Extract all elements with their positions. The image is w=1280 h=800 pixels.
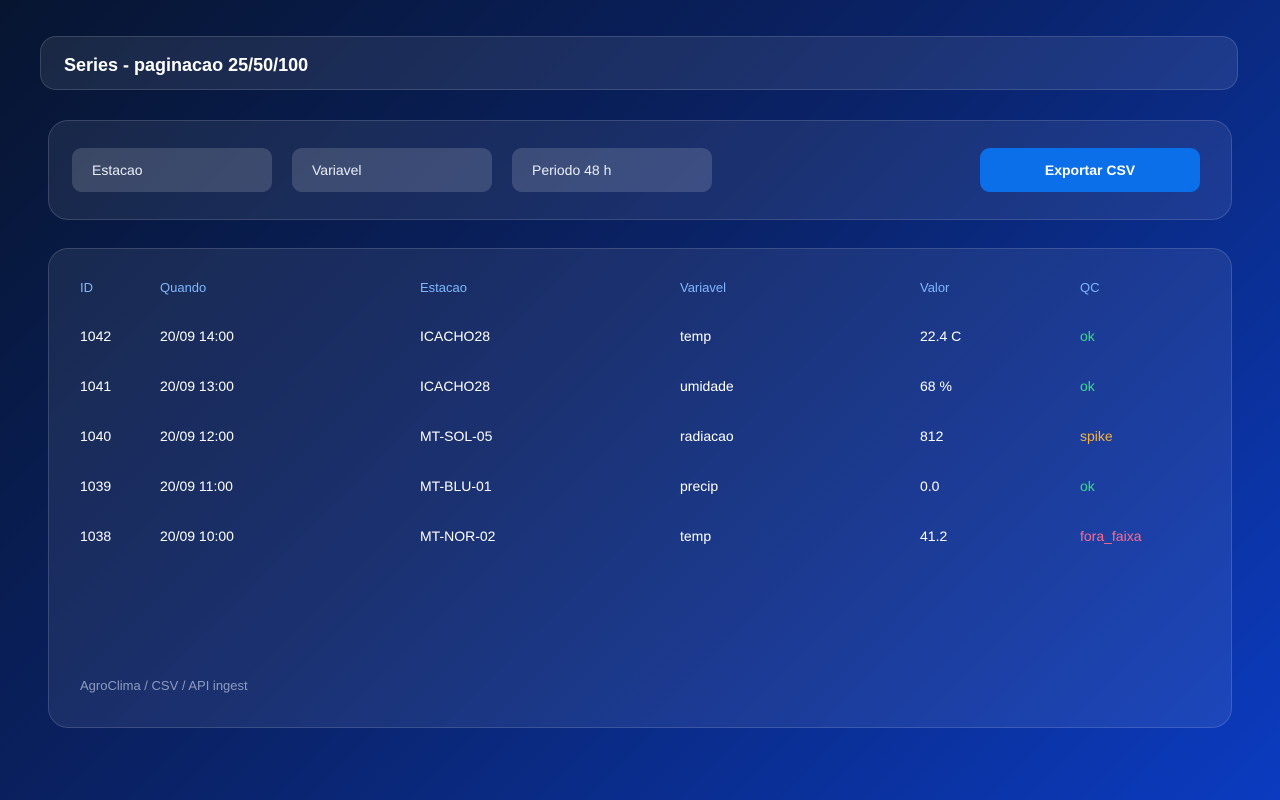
cell-valor: 22.4 C — [920, 328, 962, 344]
cell-estacao: MT-BLU-01 — [420, 478, 492, 494]
column-header-valor[interactable]: Valor — [920, 280, 949, 296]
cell-estacao: MT-SOL-05 — [420, 428, 493, 444]
cell-estacao: ICACHO28 — [420, 378, 491, 394]
cell-qc-status: ok — [1080, 478, 1095, 494]
cell-qc-status: fora_faixa — [1080, 528, 1142, 544]
periodo-filter[interactable]: Periodo 48 h — [512, 148, 712, 192]
column-header-id[interactable]: ID — [80, 280, 93, 296]
cell-variavel: radiacao — [680, 428, 734, 444]
column-header-qc[interactable]: QC — [1080, 280, 1100, 296]
filter-panel: Estacao Variavel Periodo 48 h Exportar C… — [48, 120, 1232, 220]
cell-quando: 20/09 14:00 — [160, 328, 234, 344]
page-title: Series - paginacao 25/50/100 — [64, 55, 309, 75]
cell-id: 1039 — [80, 478, 112, 494]
cell-quando: 20/09 10:00 — [160, 528, 234, 544]
column-header-estacao[interactable]: Estacao — [420, 280, 467, 296]
export-csv-button[interactable]: Exportar CSV — [980, 148, 1200, 192]
estacao-filter[interactable]: Estacao — [72, 148, 272, 192]
cell-valor: 812 — [920, 428, 944, 444]
cell-id: 1038 — [80, 528, 112, 544]
cell-id: 1042 — [80, 328, 112, 344]
cell-id: 1040 — [80, 428, 112, 444]
cell-variavel: temp — [680, 328, 712, 344]
cell-quando: 20/09 12:00 — [160, 428, 234, 444]
header-bar: Series - paginacao 25/50/100 — [40, 36, 1238, 90]
cell-estacao: MT-NOR-02 — [420, 528, 496, 544]
cell-quando: 20/09 13:00 — [160, 378, 234, 394]
cell-qc-status: ok — [1080, 378, 1095, 394]
cell-valor: 0.0 — [920, 478, 940, 494]
cell-qc-status: spike — [1080, 428, 1113, 444]
cell-valor: 68 % — [920, 378, 952, 394]
cell-quando: 20/09 11:00 — [160, 478, 233, 494]
series-table: ID Quando Estacao Variavel Valor QC 1042… — [48, 248, 1232, 728]
cell-valor: 41.2 — [920, 528, 948, 544]
cell-variavel: umidade — [680, 378, 734, 394]
cell-id: 1041 — [80, 378, 112, 394]
footer-note: AgroClima / CSV / API ingest — [80, 678, 248, 693]
variavel-filter[interactable]: Variavel — [292, 148, 492, 192]
cell-estacao: ICACHO28 — [420, 328, 491, 344]
cell-qc-status: ok — [1080, 328, 1095, 344]
cell-variavel: temp — [680, 528, 712, 544]
column-header-variavel[interactable]: Variavel — [680, 280, 726, 296]
column-header-quando[interactable]: Quando — [160, 280, 206, 296]
cell-variavel: precip — [680, 478, 719, 494]
